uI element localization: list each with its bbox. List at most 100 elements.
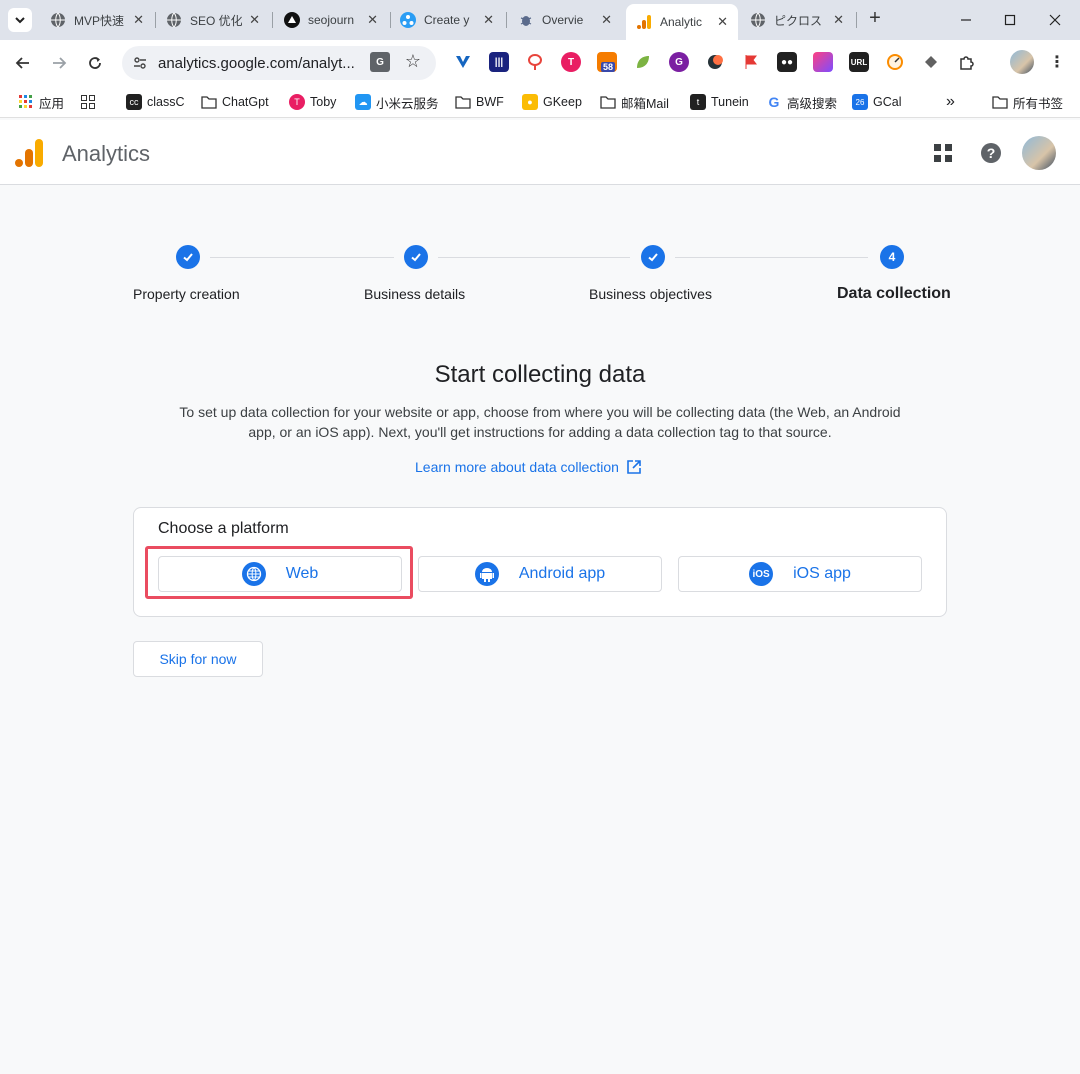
- maximize-button[interactable]: [998, 8, 1022, 32]
- app-title: Analytics: [62, 141, 151, 166]
- extension-v-icon[interactable]: [453, 52, 473, 72]
- bookmark-item[interactable]: ● GKeep: [522, 93, 582, 111]
- translate-icon[interactable]: G: [370, 52, 390, 72]
- android-icon: [474, 562, 499, 586]
- bookmark-label: 邮箱Mail: [621, 96, 669, 111]
- browser-tab[interactable]: seojourn ✕: [284, 6, 388, 34]
- extension-rss-icon[interactable]: 58: [597, 52, 617, 72]
- all-bookmarks-button[interactable]: 所有书签: [992, 93, 1063, 111]
- bookmark-item[interactable]: G 高级搜索: [766, 93, 837, 111]
- platform-card-title: Choose a platform: [158, 520, 289, 537]
- calendar-badge: 26: [855, 97, 865, 107]
- extension-diamond-icon[interactable]: [921, 52, 941, 72]
- extension-moon-icon[interactable]: [705, 52, 725, 72]
- apps-grid-icon[interactable]: [930, 140, 956, 166]
- external-link-icon: [627, 460, 641, 474]
- step-complete-check-icon: [404, 245, 428, 269]
- extension-flag-icon[interactable]: [741, 52, 761, 72]
- close-icon[interactable]: ✕: [133, 12, 144, 28]
- folder-icon: [992, 94, 1008, 110]
- browser-tab[interactable]: Create y ✕: [400, 6, 504, 34]
- step-complete-check-icon: [176, 245, 200, 269]
- close-icon[interactable]: ✕: [601, 12, 612, 28]
- skip-for-now-button[interactable]: Skip for now: [133, 641, 263, 677]
- extension-balloon-icon[interactable]: [525, 52, 545, 72]
- new-tab-button[interactable]: +: [864, 8, 886, 30]
- ios-platform-button[interactable]: iOS iOS app: [678, 556, 922, 592]
- help-icon[interactable]: ?: [978, 140, 1004, 166]
- extension-leaf-icon[interactable]: [633, 52, 653, 72]
- tab-title: SEO 优化: [190, 13, 242, 28]
- bookmark-item[interactable]: [80, 93, 101, 111]
- forward-button[interactable]: [46, 50, 72, 76]
- extensions-puzzle-icon[interactable]: [957, 52, 977, 72]
- profile-avatar[interactable]: [1010, 50, 1034, 74]
- browser-tab-active[interactable]: Analytic ✕: [626, 4, 738, 40]
- step-label: Property creation: [133, 286, 240, 302]
- browser-tab[interactable]: SEO 优化 ✕: [166, 6, 270, 34]
- url-text: analytics.google.com/analyt...: [158, 55, 355, 72]
- bookmarks-overflow-button[interactable]: »: [946, 93, 955, 111]
- bookmark-item[interactable]: 邮箱Mail: [600, 93, 669, 111]
- tab-separator: [272, 12, 273, 28]
- keep-icon: ●: [522, 94, 538, 110]
- extension-url-label: URL: [850, 57, 868, 67]
- platform-label: Android app: [518, 565, 606, 582]
- tab-search-button[interactable]: [8, 8, 32, 32]
- extension-books-icon[interactable]: |||: [489, 52, 509, 72]
- bookmark-label: 小米云服务: [376, 96, 439, 111]
- step-connector: [675, 257, 868, 258]
- platform-label: iOS app: [793, 565, 851, 582]
- extension-tape-icon[interactable]: ●●: [777, 52, 797, 72]
- bug-icon: [518, 12, 534, 28]
- bookmark-star-icon[interactable]: ☆: [403, 51, 423, 71]
- bookmark-item[interactable]: T Toby: [289, 93, 336, 111]
- close-window-button[interactable]: [1043, 8, 1067, 32]
- bookmark-item[interactable]: 应用: [18, 93, 64, 111]
- folder-icon: [600, 94, 616, 110]
- grid-icon: [80, 94, 96, 110]
- ios-icon: iOS: [749, 562, 774, 586]
- tab-strip: MVP快速 ✕ SEO 优化 ✕ seojourn ✕ Create y ✕ O…: [0, 0, 1080, 40]
- analytics-logo-icon[interactable]: [14, 138, 44, 168]
- android-platform-button[interactable]: Android app: [418, 556, 662, 592]
- calendar-icon: 26: [852, 94, 868, 110]
- bookmark-label: Toby: [310, 95, 337, 109]
- back-button[interactable]: [10, 50, 36, 76]
- browser-tab[interactable]: MVP快速 ✕: [50, 6, 154, 34]
- kebab-menu-icon[interactable]: ⋮: [1047, 52, 1067, 72]
- bookmark-item[interactable]: t Tunein: [690, 93, 749, 111]
- step-connector: [438, 257, 630, 258]
- minimize-button[interactable]: [954, 8, 978, 32]
- site-info-icon[interactable]: [132, 55, 148, 76]
- close-icon[interactable]: ✕: [833, 12, 844, 28]
- account-avatar[interactable]: [1022, 136, 1056, 170]
- extension-g-icon[interactable]: G: [669, 52, 689, 72]
- tunein-icon: t: [690, 94, 706, 110]
- bookmark-item[interactable]: cc classC: [126, 93, 185, 111]
- browser-tab[interactable]: ピクロス ✕: [750, 6, 854, 34]
- bookmarks-bar: 应用 cc classC ChatGpt T Toby ☁ 小米云服务 BWF …: [0, 86, 1080, 118]
- extension-t-icon[interactable]: T: [561, 52, 581, 72]
- tab-title: Analytic: [660, 15, 703, 29]
- globe-icon: [50, 12, 66, 28]
- close-icon[interactable]: ✕: [367, 12, 378, 28]
- close-icon[interactable]: ✕: [483, 12, 494, 28]
- browser-tab[interactable]: Overvie ✕: [518, 6, 622, 34]
- close-icon[interactable]: ✕: [717, 14, 728, 30]
- reload-button[interactable]: [82, 50, 108, 76]
- close-icon[interactable]: ✕: [249, 12, 260, 28]
- bookmark-item[interactable]: ChatGpt: [201, 93, 269, 111]
- bookmark-item[interactable]: BWF: [455, 93, 504, 111]
- tab-separator: [390, 12, 391, 28]
- globe-icon: [750, 12, 766, 28]
- analytics-icon: [636, 14, 652, 30]
- extension-gauge-icon[interactable]: [885, 52, 905, 72]
- extension-url-icon[interactable]: URL: [849, 52, 869, 72]
- bookmark-item[interactable]: ☁ 小米云服务: [355, 93, 439, 111]
- step-label: Business details: [364, 286, 466, 302]
- bookmark-item[interactable]: 26 GCal: [852, 93, 901, 111]
- extension-gradient-icon[interactable]: [813, 52, 833, 72]
- step-label: Business objectives: [589, 286, 712, 302]
- learn-more-link[interactable]: Learn more about data collection: [415, 459, 641, 475]
